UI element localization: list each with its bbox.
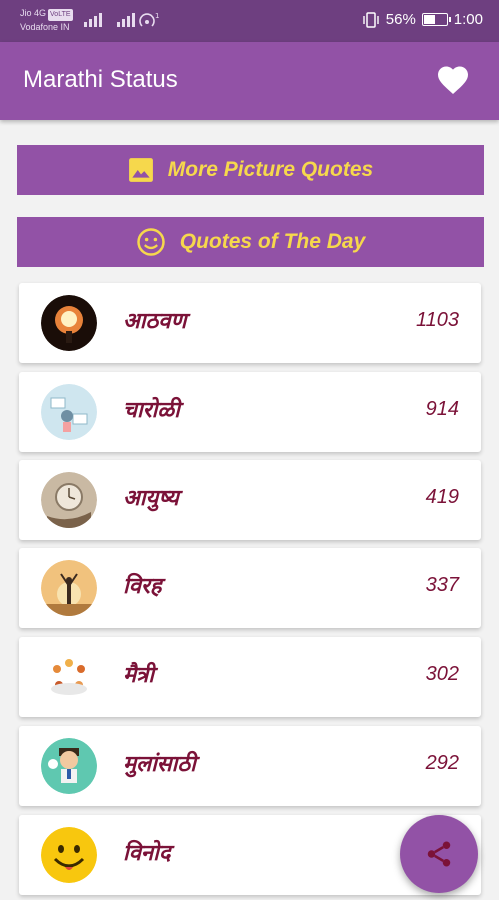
category-name: विरह [123, 574, 162, 599]
carrier-2: Vodafone IN [20, 22, 70, 32]
share-fab-button[interactable] [400, 815, 478, 893]
svg-text:1: 1 [155, 12, 159, 20]
status-bar: Jio 4G VoLTE Vodafone IN 1 56% 1:00 [0, 0, 499, 42]
battery-icon [421, 13, 451, 26]
category-thumbnail [41, 649, 97, 705]
silhouette-sunset-image [41, 560, 97, 616]
vibrate-icon [363, 11, 379, 28]
category-card-maitri[interactable]: मैत्री 302 [19, 637, 481, 717]
category-card-mulansathi[interactable]: मुलांसाठी 292 [19, 726, 481, 806]
clock-hands-image [41, 472, 97, 528]
category-thumbnail [41, 560, 97, 616]
more-picture-quotes-label: More Picture Quotes [167, 158, 374, 181]
category-count: 419 [425, 486, 459, 508]
category-name: आठवण [123, 309, 187, 334]
carrier-info: Jio 4G VoLTE Vodafone IN [20, 7, 73, 33]
cartoon-boy-image [41, 738, 97, 794]
hotspot-icon: 1 [139, 12, 159, 27]
category-thumbnail [41, 472, 97, 528]
category-count: 1103 [415, 309, 459, 331]
app-title: Marathi Status [23, 66, 178, 93]
category-card-virah[interactable]: विरह 337 [19, 548, 481, 628]
battery-fill [423, 15, 435, 24]
battery-percent: 56% [385, 11, 416, 28]
status-right: 56% 1:00 [362, 11, 483, 28]
category-name: विनोद [123, 841, 171, 866]
category-name: आयुष्य [123, 486, 179, 511]
category-count: 292 [425, 752, 459, 774]
writing-image [41, 384, 97, 440]
category-count: 337 [425, 574, 459, 596]
smiley-face-image [41, 827, 97, 883]
clock: 1:00 [453, 11, 483, 28]
carrier-1: Jio 4G [20, 8, 47, 18]
category-count: 914 [425, 398, 459, 420]
category-card-charoli[interactable]: चारोळी 914 [19, 372, 481, 452]
category-name: मैत्री [123, 663, 154, 688]
image-icon [128, 158, 153, 182]
more-picture-quotes-button[interactable]: More Picture Quotes [17, 145, 484, 195]
category-thumbnail [41, 384, 97, 440]
quotes-of-the-day-label: Quotes of The Day [179, 230, 366, 253]
friends-ring-image [41, 649, 97, 705]
category-name: मुलांसाठी [123, 752, 196, 777]
app-bar: Marathi Status [0, 42, 499, 120]
category-name: चारोळी [123, 398, 180, 423]
category-card-ayushya[interactable]: आयुष्य 419 [19, 460, 481, 540]
category-thumbnail [41, 295, 97, 351]
smiley-icon [136, 228, 165, 256]
share-icon [427, 841, 451, 867]
signal-icon [84, 13, 102, 27]
volte-badge: VoLTE [48, 9, 73, 21]
category-thumbnail [41, 827, 97, 883]
category-card-athvan[interactable]: आठवण 1103 [19, 283, 481, 363]
signal-icon [117, 13, 135, 27]
category-thumbnail [41, 738, 97, 794]
category-count: 302 [425, 663, 459, 685]
quotes-of-the-day-button[interactable]: Quotes of The Day [17, 217, 484, 267]
lightbulb-image [41, 295, 97, 351]
favorite-heart-icon[interactable] [435, 62, 471, 98]
